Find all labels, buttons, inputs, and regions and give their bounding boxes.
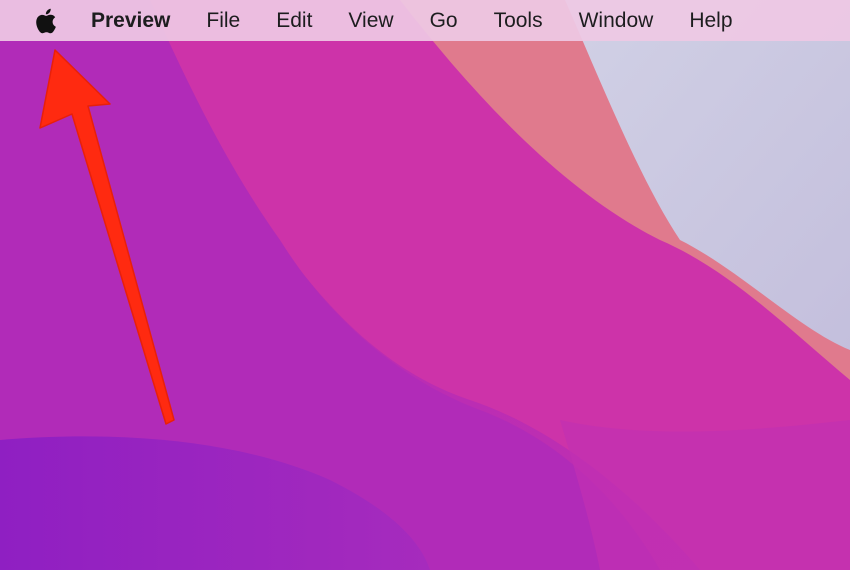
- menu-go[interactable]: Go: [430, 0, 458, 41]
- menu-tools[interactable]: Tools: [494, 0, 543, 41]
- menu-edit[interactable]: Edit: [276, 0, 312, 41]
- wallpaper: [0, 0, 850, 570]
- menu-window[interactable]: Window: [579, 0, 654, 41]
- menu-file[interactable]: File: [206, 0, 240, 41]
- menu-view[interactable]: View: [348, 0, 393, 41]
- apple-logo-icon[interactable]: [32, 6, 58, 36]
- menu-bar: Preview File Edit View Go Tools Window H…: [0, 0, 850, 41]
- menu-help[interactable]: Help: [689, 0, 732, 41]
- desktop: Preview File Edit View Go Tools Window H…: [0, 0, 850, 570]
- menu-app-preview[interactable]: Preview: [91, 0, 170, 41]
